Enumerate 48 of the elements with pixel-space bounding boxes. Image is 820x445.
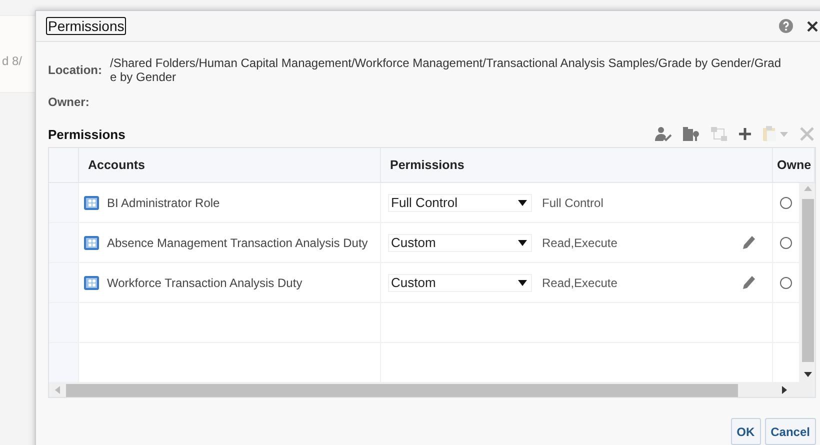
hierarchy-icon (710, 126, 728, 142)
permission-summary: Read,Execute (542, 236, 618, 250)
close-icon[interactable] (807, 20, 818, 32)
horizontal-scrollbar[interactable] (49, 383, 815, 397)
owner-label: Owner: (48, 95, 90, 109)
dialog-button[interactable]: Cancel (764, 418, 816, 445)
role-icon (84, 236, 99, 250)
location-path: /Shared Folders/Human Capital Management/Workforce Management/Transactional Analysis Samples/Grade by Gender/Grad e by Gender (110, 56, 781, 84)
account-name: Absence Management Transaction Analysis Duty (107, 236, 368, 250)
owner-radio[interactable] (780, 196, 792, 208)
help-icon[interactable] (779, 19, 793, 33)
folder-key-icon (682, 126, 700, 142)
toolbar-button[interactable] (738, 127, 752, 141)
close-icon (800, 127, 814, 141)
account-name: Workforce Transaction Analysis Duty (107, 276, 302, 290)
location-label: Location: (48, 63, 102, 77)
role-icon (84, 196, 99, 210)
scroll-right-icon (782, 386, 787, 394)
account-name: BI Administrator Role (107, 196, 220, 210)
scroll-left-icon (55, 386, 60, 394)
section-title: Permissions (48, 126, 126, 142)
background-text: d 8/ (1, 54, 24, 68)
permission-dropdown[interactable]: Full Control (388, 194, 532, 212)
edit-icon[interactable] (742, 235, 756, 250)
dialog-title: Permissions (46, 17, 126, 35)
permission-summary: Read,Execute (542, 276, 618, 290)
owner-radio[interactable] (780, 236, 792, 248)
column-header: Permissions (381, 148, 773, 183)
caret-icon (518, 280, 527, 286)
clipboard-icon (762, 126, 790, 142)
column-header: Accounts (79, 148, 381, 183)
user-check-icon (654, 126, 672, 142)
add-icon (738, 127, 752, 141)
caret-icon (518, 200, 527, 206)
caret-icon (518, 240, 527, 246)
permission-dropdown[interactable]: Custom (388, 234, 532, 252)
scroll-up-icon (804, 186, 812, 191)
owner-radio[interactable] (780, 276, 792, 288)
dialog-button[interactable]: OK (730, 418, 761, 445)
permission-summary: Full Control (542, 196, 604, 210)
vertical-scrollbar[interactable] (800, 183, 815, 383)
toolbar-button[interactable] (654, 126, 672, 142)
toolbar-button[interactable] (682, 126, 700, 142)
role-icon (84, 276, 99, 290)
permission-dropdown[interactable]: Custom (388, 274, 532, 292)
column-header: Owne (773, 148, 815, 183)
edit-icon[interactable] (742, 275, 756, 290)
scroll-down-icon (804, 372, 812, 377)
